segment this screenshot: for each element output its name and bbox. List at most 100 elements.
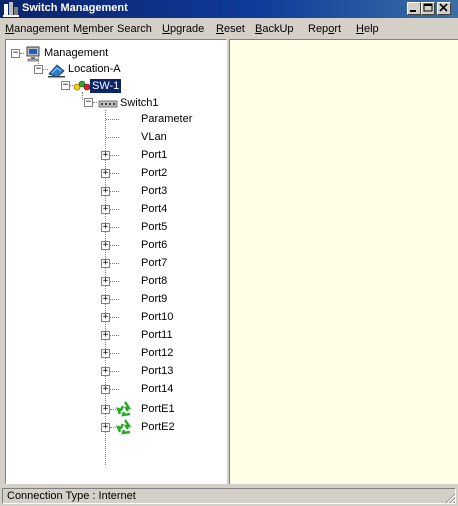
- status-connection-text: Connection Type : Internet: [7, 490, 136, 502]
- status-bar: Connection Type : Internet: [0, 487, 458, 506]
- menu-upgrade-mnemonic: U: [162, 23, 170, 35]
- menu-reset[interactable]: Reset: [216, 23, 245, 35]
- expand-icon[interactable]: +: [101, 423, 110, 432]
- menu-help[interactable]: Help: [356, 23, 379, 35]
- tree-node-port[interactable]: Port1: [141, 148, 167, 162]
- tree-connector: [110, 353, 119, 354]
- expand-glyph: +: [102, 404, 109, 414]
- tree-connector: [110, 227, 119, 228]
- expand-glyph: +: [102, 168, 109, 178]
- tree-node-vlan[interactable]: VLan: [141, 130, 167, 144]
- tree-connector: [110, 281, 119, 282]
- tree-connector: [110, 389, 119, 390]
- resize-grip-icon[interactable]: [444, 492, 456, 504]
- app-icon: [3, 2, 19, 17]
- menu-report-rest: rt: [334, 23, 342, 35]
- expand-icon[interactable]: +: [101, 277, 110, 286]
- menu-help-rest: elp: [363, 23, 379, 35]
- tree-node-location[interactable]: Location-A: [68, 62, 121, 76]
- expand-glyph: +: [102, 384, 109, 394]
- tree-node-porte2[interactable]: PortE2: [141, 420, 175, 434]
- collapse-icon[interactable]: −: [84, 98, 93, 107]
- tree-node-port[interactable]: Port5: [141, 220, 167, 234]
- expand-glyph: +: [102, 204, 109, 214]
- menu-management-rest: anagement: [14, 23, 70, 35]
- expand-glyph: +: [102, 348, 109, 358]
- collapse-icon[interactable]: −: [61, 81, 70, 90]
- expand-icon[interactable]: +: [101, 223, 110, 232]
- minimize-button[interactable]: [407, 2, 421, 15]
- menu-report[interactable]: Report: [308, 23, 341, 35]
- expand-icon[interactable]: +: [101, 405, 110, 414]
- menu-backup[interactable]: BackUp: [255, 23, 294, 35]
- expand-icon[interactable]: +: [101, 295, 110, 304]
- menu-member[interactable]: Member: [73, 23, 113, 35]
- menu-member-pre: M: [73, 23, 83, 35]
- tree-node-port[interactable]: Port7: [141, 256, 167, 270]
- expand-glyph: +: [102, 258, 109, 268]
- collapse-icon[interactable]: −: [11, 49, 20, 58]
- collapse-glyph: −: [85, 97, 92, 107]
- expand-glyph: +: [102, 422, 109, 432]
- tree-node-port[interactable]: Port12: [141, 346, 173, 360]
- tree-connector: [110, 209, 119, 210]
- expand-icon[interactable]: +: [101, 367, 110, 376]
- menu-backup-rest: ackUp: [262, 23, 294, 35]
- close-button[interactable]: [437, 2, 451, 15]
- recycle-icon: [116, 401, 132, 417]
- tree-connector: [110, 317, 119, 318]
- status-connection-type: Connection Type : Internet: [2, 488, 456, 504]
- title-bar[interactable]: Switch Management: [0, 0, 458, 18]
- tree-node-port[interactable]: Port6: [141, 238, 167, 252]
- menu-reset-rest: eset: [223, 23, 245, 35]
- tree-node-port[interactable]: Port4: [141, 202, 167, 216]
- expand-glyph: +: [102, 150, 109, 160]
- tree-connector: [20, 53, 24, 54]
- expand-icon[interactable]: +: [101, 205, 110, 214]
- device-tree[interactable]: − Management − Location-A − SW-1 − Switc…: [5, 39, 227, 484]
- expand-icon[interactable]: +: [101, 169, 110, 178]
- tree-node-port[interactable]: Port2: [141, 166, 167, 180]
- tree-connector: [110, 335, 119, 336]
- main-window: Switch Management Management Member Sear…: [0, 0, 458, 506]
- tree-node-port[interactable]: Port9: [141, 292, 167, 306]
- close-icon: [439, 3, 448, 12]
- tree-connector: [110, 371, 119, 372]
- expand-icon[interactable]: +: [101, 331, 110, 340]
- collapse-icon[interactable]: −: [34, 65, 43, 74]
- collapse-glyph: −: [35, 64, 42, 74]
- expand-icon[interactable]: +: [101, 259, 110, 268]
- tree-connector: [82, 92, 83, 100]
- expand-icon[interactable]: +: [101, 385, 110, 394]
- expand-icon[interactable]: +: [101, 241, 110, 250]
- menu-management[interactable]: Management: [5, 23, 69, 35]
- menu-upgrade[interactable]: Upgrade: [162, 23, 204, 35]
- expand-icon[interactable]: +: [101, 313, 110, 322]
- tree-node-port[interactable]: Port3: [141, 184, 167, 198]
- expand-icon[interactable]: +: [101, 187, 110, 196]
- content-area[interactable]: [229, 39, 458, 484]
- expand-icon[interactable]: +: [101, 349, 110, 358]
- tree-connector: [93, 102, 97, 103]
- tree-connector: [110, 191, 119, 192]
- tree-node-port[interactable]: Port14: [141, 382, 173, 396]
- tree-node-switch1[interactable]: Switch1: [120, 96, 159, 110]
- tree-connector: [110, 155, 119, 156]
- tree-node-sw1[interactable]: SW-1: [90, 79, 122, 93]
- tree-node-parameter[interactable]: Parameter: [141, 112, 192, 126]
- tree-node-port[interactable]: Port8: [141, 274, 167, 288]
- tree-node-port[interactable]: Port13: [141, 364, 173, 378]
- tree-node-port[interactable]: Port10: [141, 310, 173, 324]
- tree-connector: [106, 119, 119, 120]
- tree-node-port[interactable]: Port11: [141, 328, 173, 342]
- tree-node-management[interactable]: Management: [44, 46, 108, 60]
- collapse-glyph: −: [62, 80, 69, 90]
- maximize-button[interactable]: [421, 2, 435, 15]
- tree-node-porte1[interactable]: PortE1: [141, 402, 175, 416]
- expand-icon[interactable]: +: [101, 151, 110, 160]
- menu-help-mnemonic: H: [356, 23, 364, 35]
- tree-connector: [110, 173, 119, 174]
- menu-search[interactable]: Search: [117, 23, 152, 35]
- menu-management-mnemonic: M: [5, 23, 15, 35]
- tree-connector: [110, 299, 119, 300]
